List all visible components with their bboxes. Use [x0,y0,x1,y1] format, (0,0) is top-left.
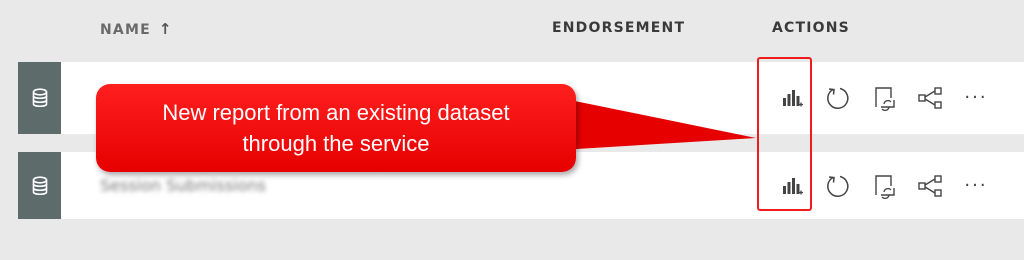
callout-line-2: through the service [242,131,430,156]
callout-text: New report from an existing dataset thro… [116,97,556,159]
callout-line-1: New report from an existing dataset [162,100,510,125]
annotation-callout: New report from an existing dataset thro… [96,84,576,172]
